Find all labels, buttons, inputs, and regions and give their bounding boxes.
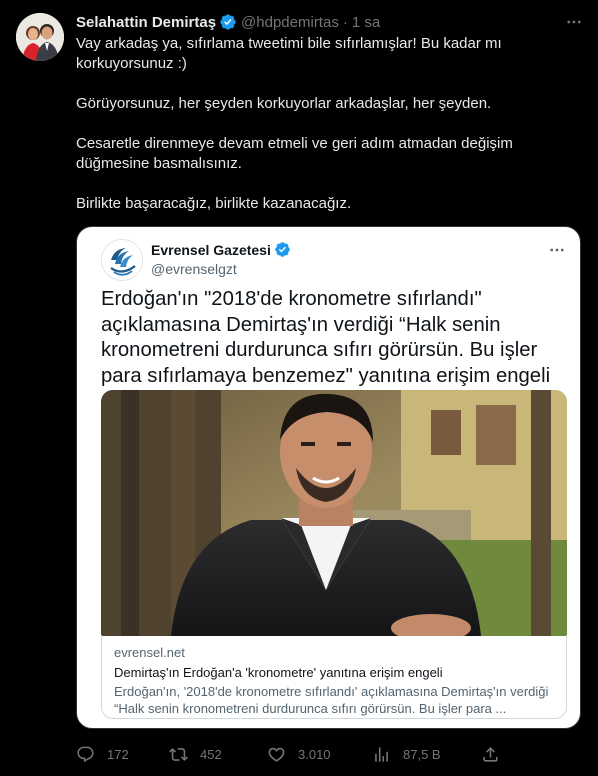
quoted-author-name[interactable]: Evrensel Gazetesi xyxy=(151,241,291,258)
quoted-tweet-card[interactable]: Evrensel Gazetesi @evrenselgzt Erdoğan'ı… xyxy=(76,226,581,729)
views-button[interactable]: 87,5 B xyxy=(372,742,441,766)
heart-icon xyxy=(267,745,286,764)
quoted-author-handle[interactable]: @evrenselgzt xyxy=(151,261,237,277)
tweet-header: Selahattin Demirtaş @hdpdemirtas · 1 sa xyxy=(76,12,380,32)
author-handle[interactable]: @hdpdemirtas xyxy=(241,14,339,31)
quoted-author-name-text: Evrensel Gazetesi xyxy=(151,241,271,258)
tweet-paragraph: Vay arkadaş ya, sıfırlama tweetimi bile … xyxy=(76,35,502,72)
tweet-paragraph: Görüyorsunuz, her şeyden korkuyorlar ark… xyxy=(76,95,492,112)
retweet-icon xyxy=(169,745,188,764)
more-icon[interactable] xyxy=(564,12,584,32)
like-count: 3.010 xyxy=(298,746,331,762)
reply-button[interactable]: 172 xyxy=(76,742,129,766)
reply-count: 172 xyxy=(107,746,129,762)
link-title: Demirtaş'ın Erdoğan'a 'kronometre' yanıt… xyxy=(114,665,443,680)
views-count: 87,5 B xyxy=(403,746,441,762)
link-description: Erdoğan'ın, '2018'de kronometre sıfırlan… xyxy=(114,684,549,716)
tweet: Selahattin Demirtaş @hdpdemirtas · 1 sa … xyxy=(0,0,598,776)
link-domain: evrensel.net xyxy=(114,645,185,660)
reply-icon xyxy=(76,745,95,764)
evrensel-logo-avatar[interactable] xyxy=(101,239,143,281)
author-avatar[interactable] xyxy=(16,13,64,61)
tweet-actions: 172 452 3.010 87,5 B xyxy=(76,742,506,766)
verified-badge-icon xyxy=(274,241,291,258)
retweet-button[interactable]: 452 xyxy=(169,742,222,766)
link-preview-image[interactable] xyxy=(101,390,567,636)
like-button[interactable]: 3.010 xyxy=(267,742,331,766)
retweet-count: 452 xyxy=(200,746,222,762)
link-preview-details[interactable]: evrensel.net Demirtaş'ın Erdoğan'a 'kron… xyxy=(101,635,567,719)
share-icon xyxy=(481,745,500,764)
more-icon[interactable] xyxy=(548,241,566,264)
tweet-timestamp[interactable]: 1 sa xyxy=(352,14,380,31)
tweet-paragraph: Cesaretle direnmeye devam etmeli ve geri… xyxy=(76,135,513,172)
separator-dot: · xyxy=(342,13,348,31)
verified-badge-icon xyxy=(219,13,237,31)
tweet-paragraph: Birlikte başaracağız, birlikte kazanacağ… xyxy=(76,195,352,212)
author-name[interactable]: Selahattin Demirtaş xyxy=(76,14,216,31)
views-icon xyxy=(372,745,391,764)
share-button[interactable] xyxy=(481,742,500,766)
quoted-tweet-header: Evrensel Gazetesi @evrenselgzt xyxy=(101,237,580,283)
tweet-text: Vay arkadaş ya, sıfırlama tweetimi bile … xyxy=(76,34,576,214)
